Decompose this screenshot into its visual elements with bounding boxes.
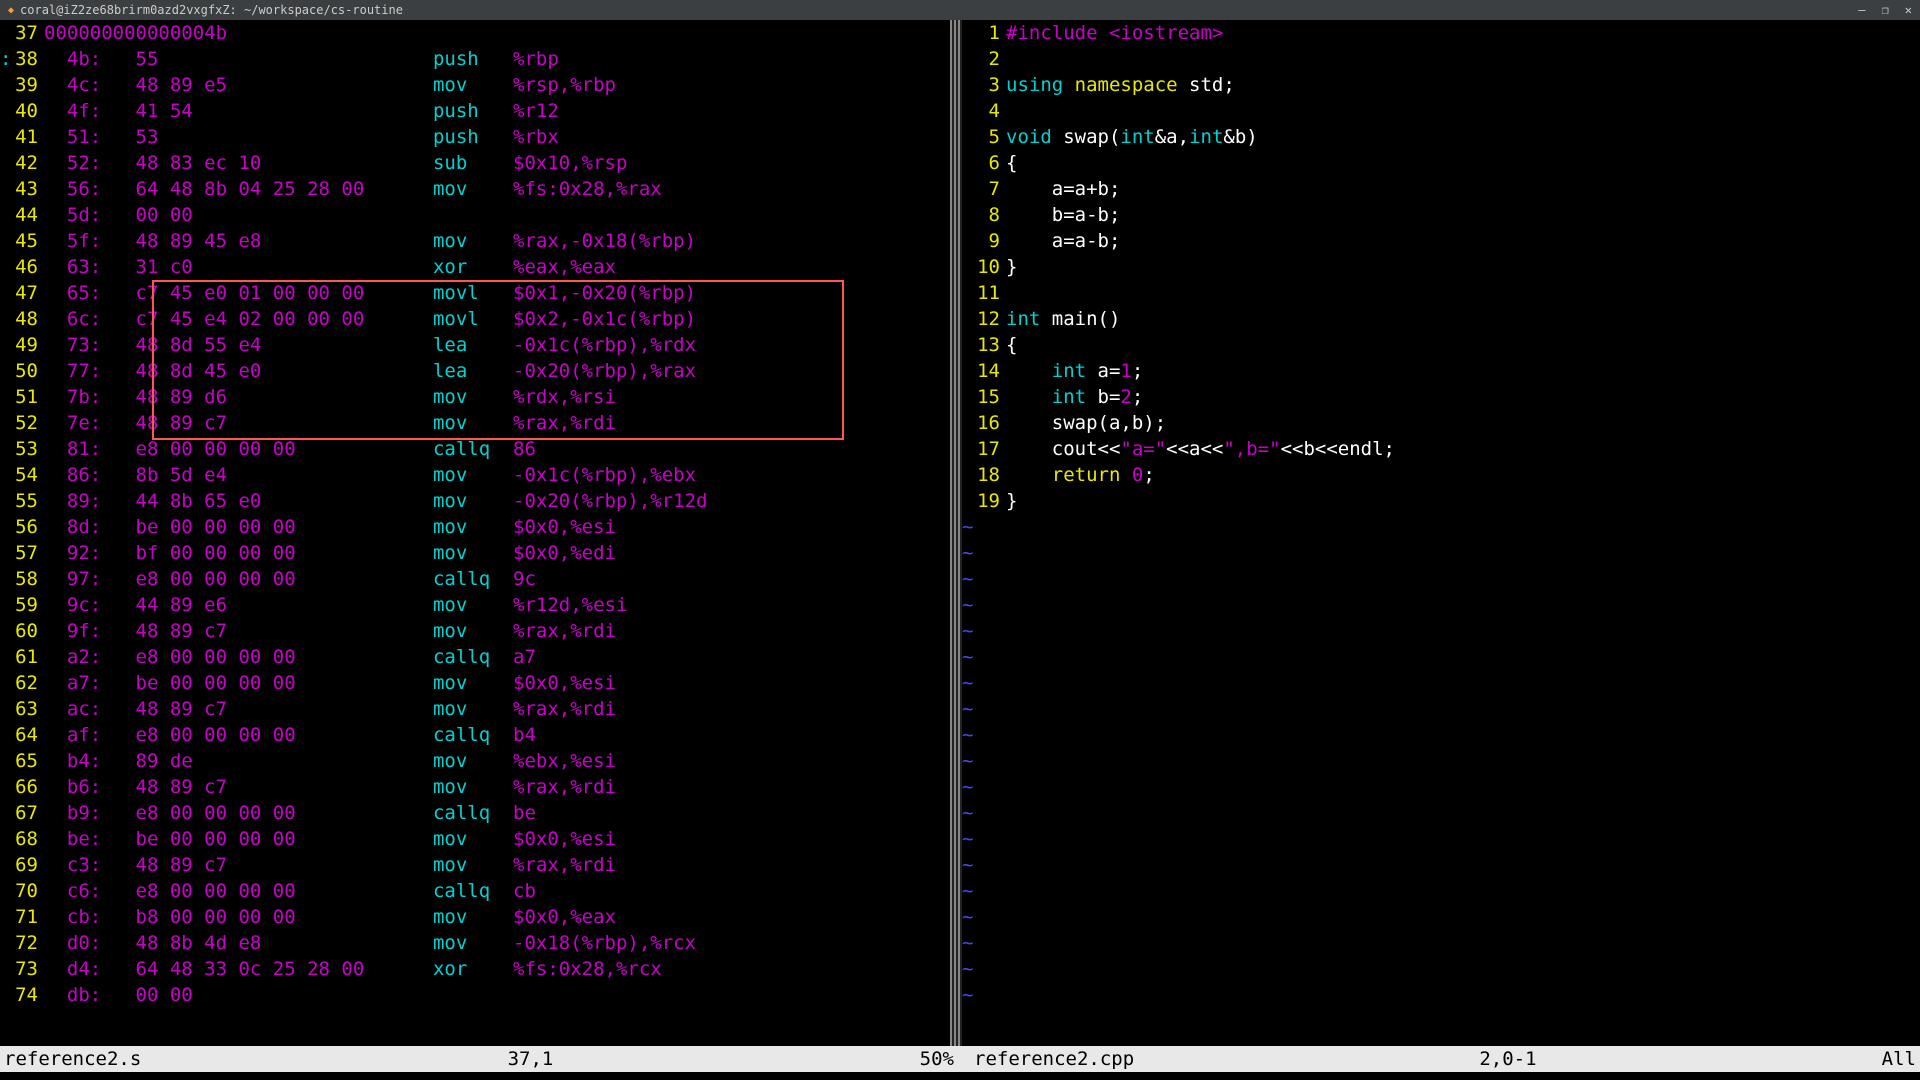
asm-row: 37000000000000004b : <box>0 20 950 46</box>
src-row: 3using namespace std; <box>962 72 1920 98</box>
empty-line-tilde: ~ <box>962 670 1920 696</box>
asm-row: 44 5d: 00 00 <box>0 202 950 228</box>
src-row: 18 return 0; <box>962 462 1920 488</box>
asm-row: 39 4c: 48 89 e5 mov %rsp,%rbp <box>0 72 950 98</box>
src-row: 19} <box>962 488 1920 514</box>
asm-row: 49 73: 48 8d 55 e4 lea -0x1c(%rbp),%rdx <box>0 332 950 358</box>
left-percent: 50% <box>920 1048 954 1070</box>
empty-line-tilde: ~ <box>962 852 1920 878</box>
empty-line-tilde: ~ <box>962 592 1920 618</box>
asm-row: 73 d4: 64 48 33 0c 25 28 00 xor %fs:0x28… <box>0 956 950 982</box>
src-row: 9 a=a-b; <box>962 228 1920 254</box>
window-title: coral@iZ2ze68brirm0azd2vxgfxZ: ~/workspa… <box>20 3 403 17</box>
empty-line-tilde: ~ <box>962 774 1920 800</box>
src-row: 17 cout<<"a="<<a<<",b="<<b<<endl; <box>962 436 1920 462</box>
empty-line-tilde: ~ <box>962 956 1920 982</box>
asm-row: 61 a2: e8 00 00 00 00 callq a7 <box>0 644 950 670</box>
asm-row: 45 5f: 48 89 45 e8 mov %rax,-0x18(%rbp) <box>0 228 950 254</box>
asm-row: 51 7b: 48 89 d6 mov %rdx,%rsi <box>0 384 950 410</box>
empty-line-tilde: ~ <box>962 644 1920 670</box>
asm-row: 63 ac: 48 89 c7 mov %rax,%rdi <box>0 696 950 722</box>
src-row: 15 int b=2; <box>962 384 1920 410</box>
empty-line-tilde: ~ <box>962 878 1920 904</box>
asm-row: 47 65: c7 45 e0 01 00 00 00 movl $0x1,-0… <box>0 280 950 306</box>
asm-row: 38 4b: 55 push %rbp <box>0 46 950 72</box>
src-row: 2 <box>962 46 1920 72</box>
vertical-split-divider[interactable] <box>950 20 962 1046</box>
right-cursor-pos: 2,0-1 <box>1479 1048 1536 1070</box>
src-row: 10} <box>962 254 1920 280</box>
right-pane[interactable]: 1#include <iostream> 2 3using namespace … <box>962 20 1920 1046</box>
asm-row: 65 b4: 89 de mov %ebx,%esi <box>0 748 950 774</box>
asm-row: 43 56: 64 48 8b 04 25 28 00 mov %fs:0x28… <box>0 176 950 202</box>
left-statusline: reference2.s 37,1 50% <box>0 1046 958 1072</box>
empty-line-tilde: ~ <box>962 930 1920 956</box>
src-row: 12int main() <box>962 306 1920 332</box>
left-pane[interactable]: 37000000000000004b :38 4b: 55 push %rbp3… <box>0 20 950 1046</box>
asm-row: 59 9c: 44 89 e6 mov %r12d,%esi <box>0 592 950 618</box>
src-row: 6{ <box>962 150 1920 176</box>
asm-row: 69 c3: 48 89 c7 mov %rax,%rdi <box>0 852 950 878</box>
command-line[interactable] <box>0 1072 1920 1080</box>
asm-row: 64 af: e8 00 00 00 00 callq b4 <box>0 722 950 748</box>
asm-row: 58 97: e8 00 00 00 00 callq 9c <box>0 566 950 592</box>
right-percent: All <box>1882 1048 1916 1070</box>
asm-row: 70 c6: e8 00 00 00 00 callq cb <box>0 878 950 904</box>
right-statusline: reference2.cpp 2,0-1 All <box>970 1046 1920 1072</box>
empty-line-tilde: ~ <box>962 540 1920 566</box>
empty-line-tilde: ~ <box>962 722 1920 748</box>
asm-row: 54 86: 8b 5d e4 mov -0x1c(%rbp),%ebx <box>0 462 950 488</box>
empty-line-tilde: ~ <box>962 514 1920 540</box>
src-row: 7 a=a+b; <box>962 176 1920 202</box>
asm-row: 42 52: 48 83 ec 10 sub $0x10,%rsp <box>0 150 950 176</box>
asm-row: 74 db: 00 00 <box>0 982 950 1008</box>
asm-row: 71 cb: b8 00 00 00 00 mov $0x0,%eax <box>0 904 950 930</box>
asm-row: 40 4f: 41 54 push %r12 <box>0 98 950 124</box>
left-filename: reference2.s <box>4 1048 141 1070</box>
src-row: 14 int a=1; <box>962 358 1920 384</box>
asm-row: 66 b6: 48 89 c7 mov %rax,%rdi <box>0 774 950 800</box>
src-row: 4 <box>962 98 1920 124</box>
src-row: 13{ <box>962 332 1920 358</box>
close-button[interactable]: ✕ <box>1905 3 1912 17</box>
window-titlebar: ◆ coral@iZ2ze68brirm0azd2vxgfxZ: ~/works… <box>0 0 1920 20</box>
asm-row: 41 51: 53 push %rbx <box>0 124 950 150</box>
empty-line-tilde: ~ <box>962 982 1920 1008</box>
app-icon: ◆ <box>8 5 14 16</box>
src-row: 11 <box>962 280 1920 306</box>
empty-line-tilde: ~ <box>962 566 1920 592</box>
right-filename: reference2.cpp <box>974 1048 1134 1070</box>
left-cursor-pos: 37,1 <box>508 1048 554 1070</box>
empty-line-tilde: ~ <box>962 904 1920 930</box>
maximize-button[interactable]: ❐ <box>1882 3 1889 17</box>
asm-row: 53 81: e8 00 00 00 00 callq 86 <box>0 436 950 462</box>
asm-row: 62 a7: be 00 00 00 00 mov $0x0,%esi <box>0 670 950 696</box>
asm-row: 48 6c: c7 45 e4 02 00 00 00 movl $0x2,-0… <box>0 306 950 332</box>
src-row: 16 swap(a,b); <box>962 410 1920 436</box>
empty-line-tilde: ~ <box>962 748 1920 774</box>
empty-line-tilde: ~ <box>962 696 1920 722</box>
empty-line-tilde: ~ <box>962 800 1920 826</box>
asm-row: 56 8d: be 00 00 00 00 mov $0x0,%esi <box>0 514 950 540</box>
src-row: 8 b=a-b; <box>962 202 1920 228</box>
asm-row: 50 77: 48 8d 45 e0 lea -0x20(%rbp),%rax <box>0 358 950 384</box>
asm-row: 60 9f: 48 89 c7 mov %rax,%rdi <box>0 618 950 644</box>
src-row: 5void swap(int&a,int&b) <box>962 124 1920 150</box>
asm-row: 57 92: bf 00 00 00 00 mov $0x0,%edi <box>0 540 950 566</box>
asm-row: 55 89: 44 8b 65 e0 mov -0x20(%rbp),%r12d <box>0 488 950 514</box>
asm-row: 52 7e: 48 89 c7 mov %rax,%rdi <box>0 410 950 436</box>
minimize-button[interactable]: — <box>1858 3 1865 17</box>
empty-line-tilde: ~ <box>962 826 1920 852</box>
asm-row: 46 63: 31 c0 xor %eax,%eax <box>0 254 950 280</box>
asm-row: 68 be: be 00 00 00 00 mov $0x0,%esi <box>0 826 950 852</box>
empty-line-tilde: ~ <box>962 618 1920 644</box>
asm-row: 72 d0: 48 8b 4d e8 mov -0x18(%rbp),%rcx <box>0 930 950 956</box>
src-row: 1#include <iostream> <box>962 20 1920 46</box>
asm-row: 67 b9: e8 00 00 00 00 callq be <box>0 800 950 826</box>
